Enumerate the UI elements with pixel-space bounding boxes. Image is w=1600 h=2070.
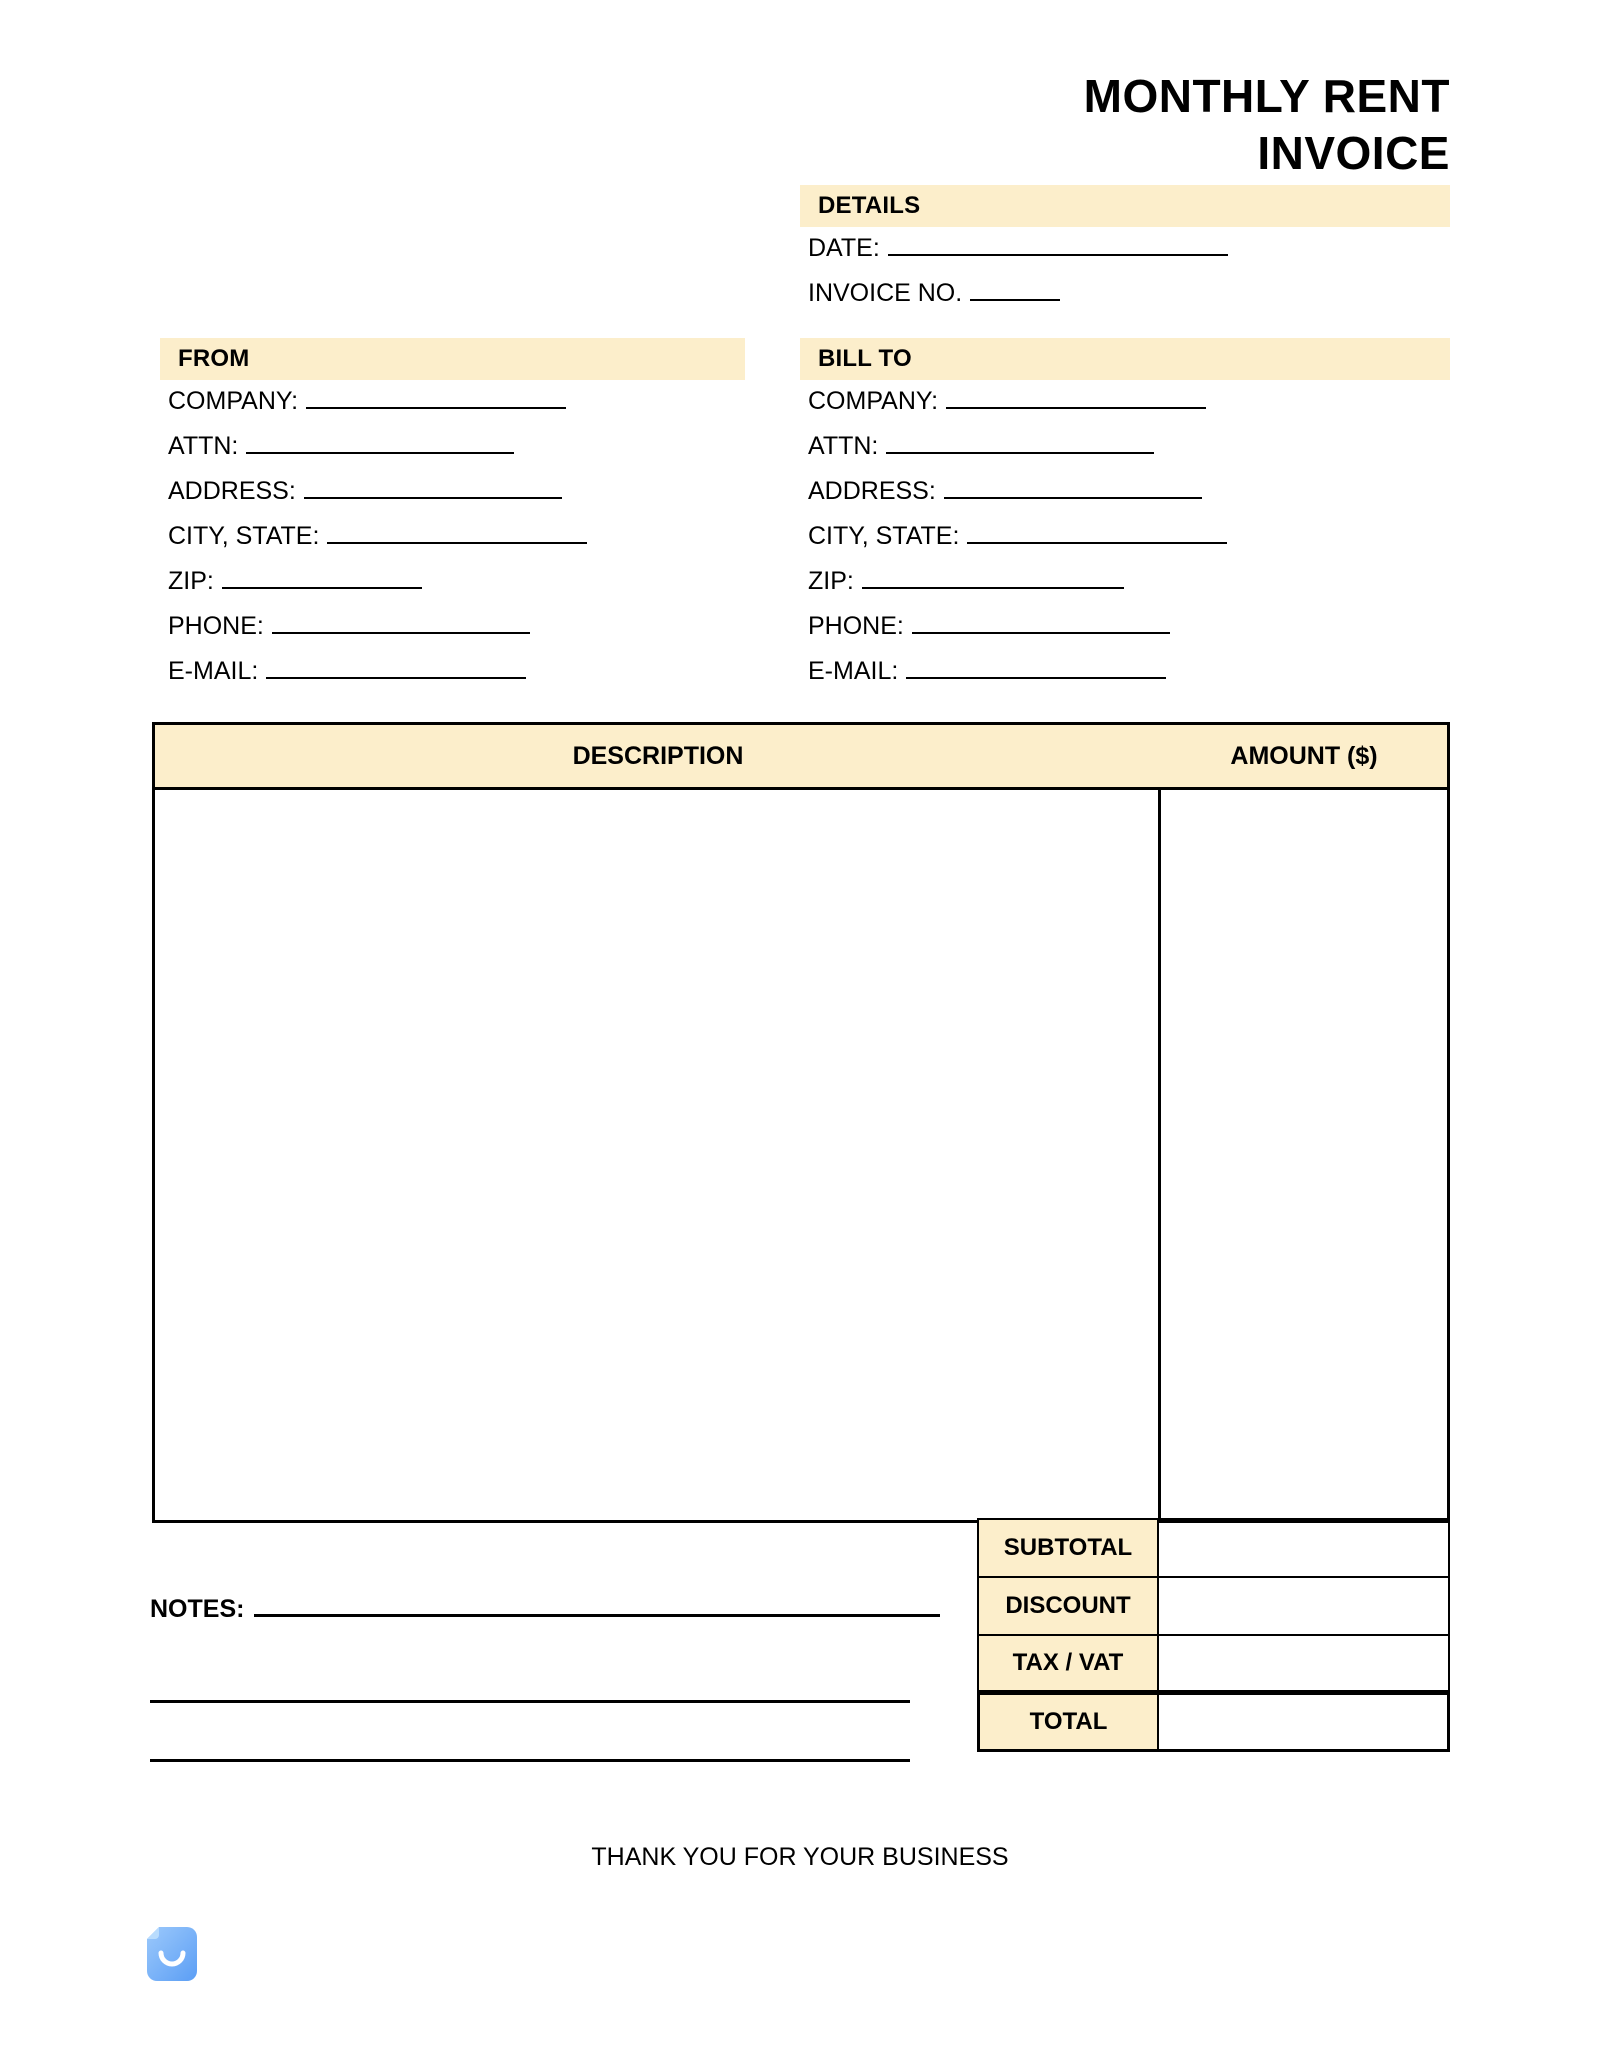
bill-to-field-row: CITY, STATE:	[800, 520, 1228, 565]
notes-rule-1[interactable]	[254, 1590, 940, 1617]
totals-label: TAX / VAT	[977, 1634, 1159, 1692]
details-header-label: DETAILS	[818, 192, 921, 219]
totals-value[interactable]	[1159, 1518, 1450, 1576]
bill-to-field-input[interactable]	[946, 385, 1207, 409]
bill-to-field-input[interactable]	[906, 655, 1167, 679]
bill-to-section-header: BILL TO	[800, 338, 1450, 380]
invoice-page: MONTHLY RENT INVOICE DETAILS DATE: INVOIC…	[0, 0, 1600, 2070]
notes-first-line: NOTES:	[150, 1590, 940, 1644]
from-field-input[interactable]	[271, 610, 530, 634]
from-field-input[interactable]	[246, 430, 515, 454]
details-section-header: DETAILS	[800, 185, 1450, 227]
from-field-row: E-MAIL:	[160, 655, 587, 700]
total-row: TOTAL	[977, 1692, 1450, 1752]
details-field-label: DATE:	[808, 234, 880, 262]
notes-label: NOTES:	[150, 1595, 245, 1623]
from-field-label: COMPANY:	[168, 387, 299, 415]
details-field-row: INVOICE NO.	[800, 277, 1228, 322]
bill-to-field-row: PHONE:	[800, 610, 1227, 655]
bill-to-field-label: ADDRESS:	[808, 477, 936, 505]
totals-label: SUBTOTAL	[977, 1518, 1159, 1576]
from-field-label: PHONE:	[168, 612, 264, 640]
column-header-description: DESCRIPTION	[572, 741, 744, 770]
from-field-label: ZIP:	[168, 567, 214, 595]
totals-value[interactable]	[1159, 1634, 1450, 1692]
totals-value[interactable]	[1159, 1576, 1450, 1634]
details-fields: DATE: INVOICE NO.	[800, 232, 1228, 322]
line-items-body	[155, 790, 1447, 1520]
from-field-row: COMPANY:	[160, 385, 587, 430]
totals-label: DISCOUNT	[977, 1576, 1159, 1634]
from-field-row: PHONE:	[160, 610, 587, 655]
line-items-table: DESCRIPTION AMOUNT ($)	[152, 722, 1450, 1523]
document-smile-icon	[145, 1925, 199, 1985]
bill-to-field-label: ATTN:	[808, 432, 879, 460]
description-entry-area[interactable]	[155, 790, 1161, 1520]
totals-block: SUBTOTAL DISCOUNT TAX / VAT	[977, 1518, 1450, 1692]
from-field-row: ZIP:	[160, 565, 587, 610]
bill-to-field-input[interactable]	[886, 430, 1155, 454]
from-section-header: FROM	[160, 338, 745, 380]
total-value[interactable]	[1159, 1692, 1450, 1752]
from-field-input[interactable]	[266, 655, 527, 679]
totals-row: TAX / VAT	[977, 1634, 1450, 1692]
details-field-input[interactable]	[887, 232, 1228, 256]
title-line-1: MONTHLY RENT	[1083, 70, 1450, 122]
notes-section: NOTES:	[150, 1590, 940, 1762]
from-field-input[interactable]	[306, 385, 567, 409]
from-fields: COMPANY: ATTN: ADDRESS: CITY, STATE: ZIP: PHO…	[160, 385, 588, 700]
bill-to-field-row: ATTN:	[800, 430, 1227, 475]
totals-row: SUBTOTAL	[977, 1518, 1450, 1576]
title-line-2: INVOICE	[1257, 127, 1450, 179]
bill-to-field-row: ZIP:	[800, 565, 1227, 610]
details-field-input[interactable]	[970, 277, 1061, 301]
from-field-label: ATTN:	[168, 432, 239, 460]
line-items-header-row: DESCRIPTION AMOUNT ($)	[155, 725, 1447, 790]
from-field-row: ADDRESS:	[160, 475, 587, 520]
bill-to-fields: COMPANY: ATTN: ADDRESS: CITY, STATE: ZIP: PHO…	[800, 385, 1228, 700]
from-header-label: FROM	[178, 345, 250, 372]
notes-rule-3[interactable]	[150, 1703, 910, 1762]
details-field-label: INVOICE NO.	[808, 279, 963, 307]
from-field-row: ATTN:	[160, 430, 587, 475]
column-header-amount: AMOUNT ($)	[1230, 741, 1378, 770]
totals-row: DISCOUNT	[977, 1576, 1450, 1634]
from-field-label: CITY, STATE:	[168, 522, 320, 550]
details-field-row: DATE:	[800, 232, 1228, 277]
amount-entry-area[interactable]	[1161, 790, 1447, 1520]
from-field-input[interactable]	[327, 520, 588, 544]
bill-to-header-label: BILL TO	[818, 345, 912, 372]
notes-rule-2[interactable]	[150, 1644, 910, 1703]
from-field-row: CITY, STATE:	[160, 520, 588, 565]
bill-to-field-label: CITY, STATE:	[808, 522, 960, 550]
from-field-label: ADDRESS:	[168, 477, 296, 505]
from-field-label: E-MAIL:	[168, 657, 259, 685]
bill-to-field-label: PHONE:	[808, 612, 904, 640]
bill-to-field-input[interactable]	[967, 520, 1228, 544]
bill-to-field-label: ZIP:	[808, 567, 854, 595]
bill-to-field-row: ADDRESS:	[800, 475, 1227, 520]
bill-to-field-input[interactable]	[861, 565, 1124, 589]
bill-to-field-input[interactable]	[911, 610, 1170, 634]
bill-to-field-row: E-MAIL:	[800, 655, 1227, 700]
bill-to-field-label: COMPANY:	[808, 387, 939, 415]
bill-to-field-input[interactable]	[943, 475, 1202, 499]
from-field-input[interactable]	[221, 565, 422, 589]
bill-to-field-row: COMPANY:	[800, 385, 1227, 430]
from-field-input[interactable]	[303, 475, 562, 499]
page-title: MONTHLY RENT INVOICE	[550, 68, 1450, 182]
bill-to-field-label: E-MAIL:	[808, 657, 899, 685]
footer-thank-you: THANK YOU FOR YOUR BUSINESS	[591, 1843, 1009, 1871]
total-label: TOTAL	[977, 1692, 1159, 1752]
